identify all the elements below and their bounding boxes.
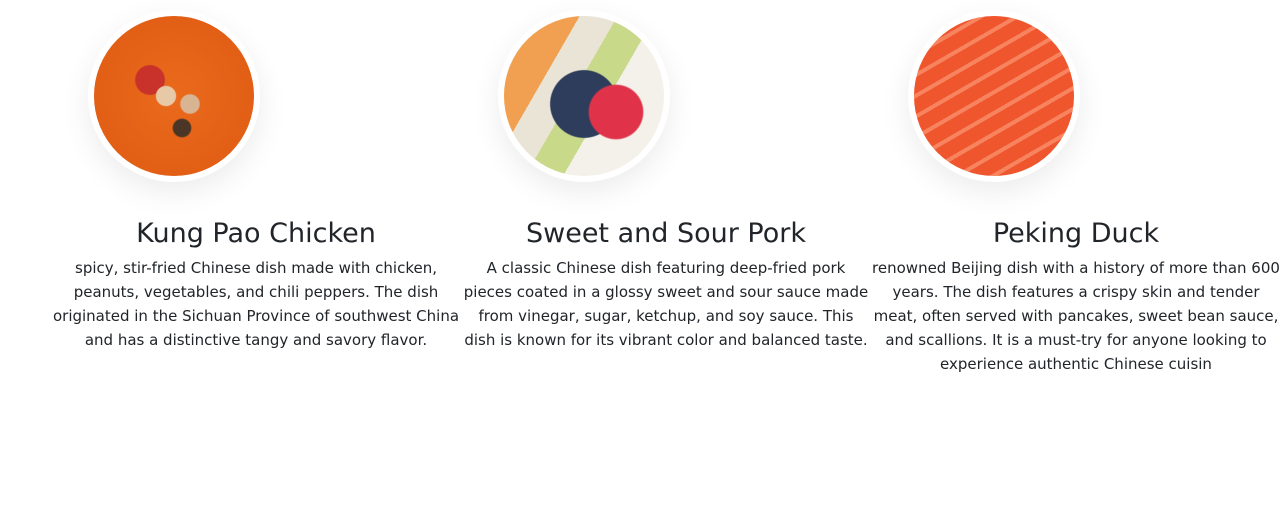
sweet-and-sour-pork-image [498,10,670,182]
dish-title: Kung Pao Chicken [136,218,376,249]
dish-image-wrapper [51,0,461,218]
peking-duck-image [908,10,1080,182]
dish-card-kung-pao-chicken: Kung Pao Chicken spicy, stir-fried Chine… [51,0,461,376]
dish-card-peking-duck: Peking Duck renowned Beijing dish with a… [871,0,1281,376]
dish-image-wrapper [871,0,1281,218]
dish-title: Sweet and Sour Pork [525,218,807,249]
dish-description: renowned Beijing dish with a history of … [872,259,1280,373]
dish-card-sweet-and-sour-pork: Sweet and Sour Pork A classic Chinese di… [461,0,871,376]
dish-description: A classic Chinese dish featuring deep-fr… [463,259,869,349]
kung-pao-chicken-image [88,10,260,182]
dish-title: Peking Duck [992,218,1160,249]
dish-description: spicy, stir-fried Chinese dish made with… [52,259,460,349]
dish-cards: Kung Pao Chicken spicy, stir-fried Chine… [51,0,1281,376]
dish-image-wrapper [461,0,871,218]
